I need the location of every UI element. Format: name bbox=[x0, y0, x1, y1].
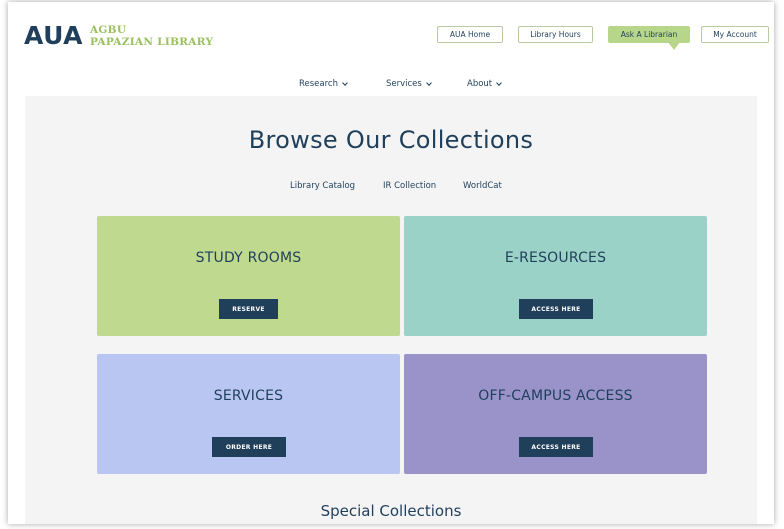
main-nav: Research Services About bbox=[8, 79, 774, 93]
my-account-button[interactable]: My Account bbox=[701, 26, 769, 43]
ask-a-librarian-button[interactable]: Ask A Librarian bbox=[608, 26, 690, 43]
card-title: STUDY ROOMS bbox=[195, 250, 302, 266]
chevron-down-icon bbox=[342, 80, 348, 86]
card-study-rooms: STUDY ROOMS RESERVE bbox=[97, 216, 400, 336]
nav-research[interactable]: Research bbox=[299, 79, 348, 89]
nav-about-label: About bbox=[467, 79, 493, 89]
page-title: Browse Our Collections bbox=[248, 126, 534, 154]
order-here-button[interactable]: ORDER HERE bbox=[212, 437, 286, 457]
access-here-button[interactable]: ACCESS HERE bbox=[519, 437, 593, 457]
card-title: SERVICES bbox=[213, 388, 284, 404]
library-page: AUA AGBU PAPAZIAN LIBRARY AUA Home Libra… bbox=[8, 2, 774, 524]
chevron-down-icon bbox=[496, 80, 502, 86]
nav-services-label: Services bbox=[386, 79, 422, 89]
chevron-down-icon bbox=[426, 80, 432, 86]
access-here-button[interactable]: ACCESS HERE bbox=[519, 299, 593, 319]
nav-services[interactable]: Services bbox=[386, 79, 432, 89]
reserve-button[interactable]: RESERVE bbox=[219, 299, 278, 319]
card-off-campus-access: OFF-CAMPUS ACCESS ACCESS HERE bbox=[404, 354, 707, 474]
library-hours-button[interactable]: Library Hours bbox=[518, 26, 593, 43]
ir-collection-link[interactable]: IR Collection bbox=[383, 181, 436, 191]
speech-bubble-tail bbox=[668, 42, 680, 50]
card-services: SERVICES ORDER HERE bbox=[97, 354, 400, 474]
worldcat-link[interactable]: WorldCat bbox=[463, 181, 502, 191]
library-catalog-link[interactable]: Library Catalog bbox=[290, 181, 355, 191]
utility-buttons: AUA Home Library Hours Ask A Librarian M… bbox=[8, 26, 774, 46]
browse-section: Browse Our Collections Library Catalog I… bbox=[25, 96, 757, 524]
card-e-resources: E-RESOURCES ACCESS HERE bbox=[404, 216, 707, 336]
aua-home-button[interactable]: AUA Home bbox=[437, 26, 503, 43]
nav-about[interactable]: About bbox=[467, 79, 502, 89]
nav-research-label: Research bbox=[299, 79, 338, 89]
special-collections-heading: Special Collections bbox=[320, 502, 462, 520]
screenshot-frame: AUA AGBU PAPAZIAN LIBRARY AUA Home Libra… bbox=[0, 0, 784, 529]
card-title: OFF-CAMPUS ACCESS bbox=[478, 388, 633, 404]
collection-links: Library Catalog IR Collection WorldCat bbox=[25, 181, 757, 193]
card-title: E-RESOURCES bbox=[504, 250, 607, 266]
